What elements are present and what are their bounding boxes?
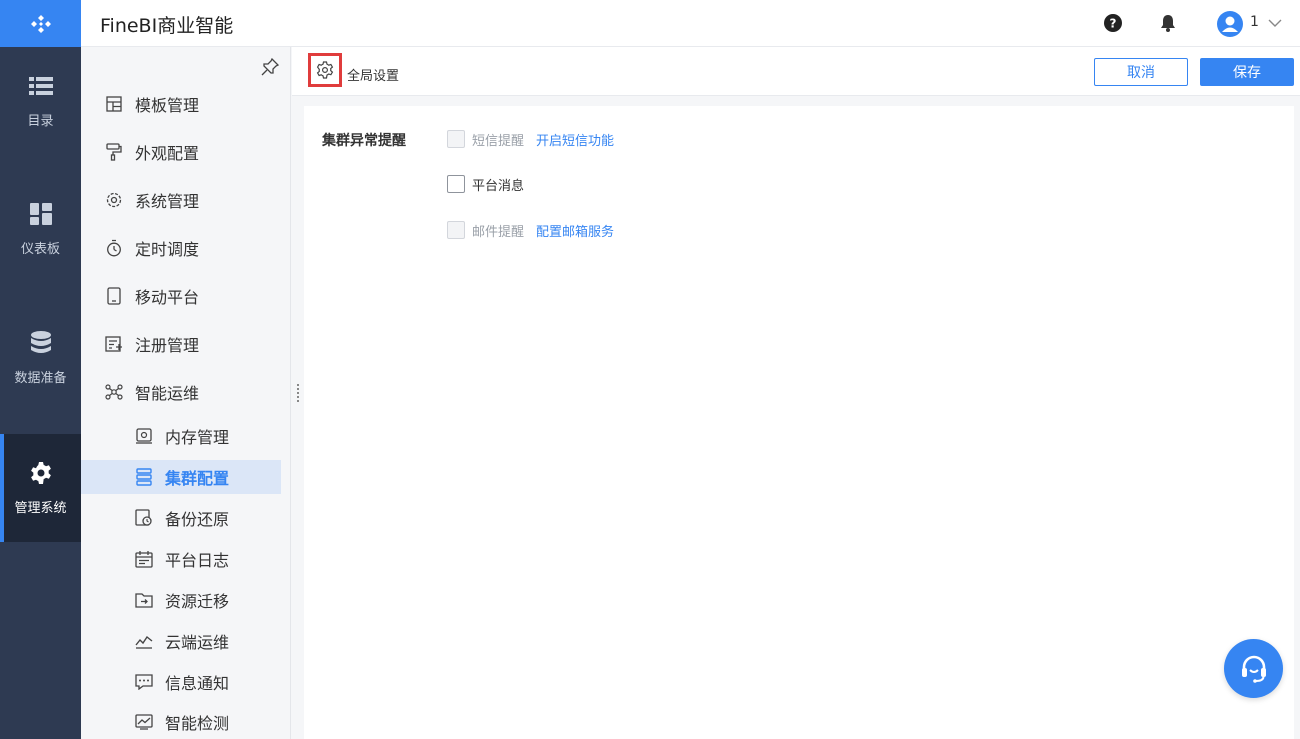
sidebar-item-label: 定时调度 bbox=[135, 240, 200, 259]
sidebar-subitem-detection[interactable]: 智能检测 bbox=[81, 705, 281, 739]
pin-icon[interactable] bbox=[261, 57, 280, 76]
network-icon bbox=[105, 383, 123, 401]
option-label: 邮件提醒 bbox=[472, 224, 525, 240]
rail-item-data-prep[interactable]: 数据准备 bbox=[0, 304, 81, 412]
app-title: FineBI商业智能 bbox=[100, 15, 234, 37]
settings-panel: 集群异常提醒 短信提醒 开启短信功能 平台消息 邮件提醒 配置邮箱服务 bbox=[304, 106, 1294, 739]
option-email: 邮件提醒 配置邮箱服务 bbox=[447, 220, 614, 240]
section-label: 集群异常提醒 bbox=[322, 133, 406, 149]
user-name[interactable]: 1 bbox=[1250, 14, 1259, 30]
svg-text:?: ? bbox=[1110, 17, 1117, 31]
calendar-log-icon bbox=[135, 550, 153, 568]
sidebar-item-label: 外观配置 bbox=[135, 144, 200, 163]
paint-roller-icon bbox=[105, 143, 123, 161]
sidebar-item-appearance[interactable]: 外观配置 bbox=[81, 135, 281, 169]
admin-sidebar: 模板管理 外观配置 系统管理 定时调度 移动平台 注册管理 智能运维 内存管理 … bbox=[81, 47, 291, 739]
rail-item-catalog[interactable]: 目录 bbox=[0, 47, 81, 155]
option-platform-message: 平台消息 bbox=[447, 174, 524, 194]
top-header: FineBI商业智能 ? 1 bbox=[81, 0, 1300, 47]
mobile-icon bbox=[105, 287, 123, 305]
sidebar-item-template[interactable]: 模板管理 bbox=[81, 87, 281, 121]
register-icon bbox=[105, 335, 123, 353]
app-logo[interactable] bbox=[0, 0, 81, 47]
save-button[interactable]: 保存 bbox=[1200, 58, 1294, 86]
avatar[interactable] bbox=[1217, 11, 1243, 37]
option-label: 短信提醒 bbox=[472, 133, 525, 149]
rail-item-label: 数据准备 bbox=[14, 370, 67, 386]
database-icon bbox=[29, 330, 53, 355]
sidebar-subitem-backup[interactable]: 备份还原 bbox=[81, 501, 281, 535]
sidebar-resize-handle[interactable] bbox=[296, 384, 300, 402]
sidebar-subitem-cluster[interactable]: 集群配置 bbox=[81, 460, 281, 494]
sidebar-item-label: 智能运维 bbox=[135, 384, 200, 403]
enable-sms-link[interactable]: 开启短信功能 bbox=[536, 130, 614, 149]
memory-icon bbox=[135, 427, 153, 445]
sidebar-item-label: 移动平台 bbox=[135, 288, 200, 307]
sidebar-item-system[interactable]: 系统管理 bbox=[81, 183, 281, 217]
sidebar-subitem-notification[interactable]: 信息通知 bbox=[81, 665, 281, 699]
email-checkbox[interactable] bbox=[447, 221, 465, 239]
timer-icon bbox=[105, 239, 123, 257]
sidebar-item-label: 云端运维 bbox=[165, 633, 230, 652]
platform-message-checkbox[interactable] bbox=[447, 175, 465, 193]
cancel-button[interactable]: 取消 bbox=[1094, 58, 1188, 86]
gear-icon bbox=[316, 61, 334, 79]
sms-checkbox[interactable] bbox=[447, 130, 465, 148]
sidebar-item-mobile[interactable]: 移动平台 bbox=[81, 279, 281, 313]
sidebar-item-label: 注册管理 bbox=[135, 336, 200, 355]
gear-icon bbox=[105, 191, 123, 209]
sidebar-subitem-memory[interactable]: 内存管理 bbox=[81, 419, 281, 453]
rail-item-label: 管理系统 bbox=[14, 500, 67, 516]
help-icon[interactable]: ? bbox=[1103, 13, 1123, 33]
configure-email-link[interactable]: 配置邮箱服务 bbox=[536, 221, 614, 240]
message-icon bbox=[135, 673, 153, 691]
settings-toolbar: 全局设置 取消 保存 bbox=[292, 47, 1300, 96]
sidebar-item-label: 智能检测 bbox=[165, 714, 230, 733]
sidebar-item-label: 内存管理 bbox=[165, 428, 230, 447]
sidebar-subitem-log[interactable]: 平台日志 bbox=[81, 542, 281, 576]
sidebar-item-label: 资源迁移 bbox=[165, 592, 230, 611]
monitor-icon bbox=[135, 713, 153, 731]
headset-icon bbox=[1241, 655, 1266, 683]
dashboard-grid-icon bbox=[29, 202, 53, 226]
left-rail: 目录 仪表板 数据准备 管理系统 bbox=[0, 0, 81, 739]
sidebar-item-register[interactable]: 注册管理 bbox=[81, 327, 281, 361]
rail-item-dashboard[interactable]: 仪表板 bbox=[0, 175, 81, 283]
sidebar-item-smart-ops[interactable]: 智能运维 bbox=[81, 375, 281, 409]
sidebar-item-label: 模板管理 bbox=[135, 96, 200, 115]
option-label: 平台消息 bbox=[472, 178, 525, 194]
cluster-icon bbox=[135, 468, 153, 486]
sidebar-item-label: 平台日志 bbox=[165, 551, 230, 570]
rail-item-label: 仪表板 bbox=[20, 241, 60, 257]
backup-icon bbox=[135, 509, 153, 527]
global-settings-button[interactable] bbox=[308, 53, 342, 87]
logo-icon bbox=[30, 14, 51, 33]
rail-item-label: 目录 bbox=[27, 113, 54, 129]
sidebar-subitem-migration[interactable]: 资源迁移 bbox=[81, 583, 281, 617]
sidebar-subitem-cloud-ops[interactable]: 云端运维 bbox=[81, 624, 281, 658]
sidebar-item-label: 信息通知 bbox=[165, 674, 230, 693]
chevron-down-icon[interactable] bbox=[1265, 13, 1285, 33]
list-icon bbox=[28, 74, 53, 98]
sidebar-item-label: 备份还原 bbox=[165, 510, 230, 529]
sidebar-item-schedule[interactable]: 定时调度 bbox=[81, 231, 281, 265]
option-sms: 短信提醒 开启短信功能 bbox=[447, 129, 614, 149]
rail-item-admin[interactable]: 管理系统 bbox=[0, 434, 81, 542]
folder-arrow-icon bbox=[135, 591, 153, 609]
sidebar-item-label: 集群配置 bbox=[165, 469, 230, 488]
bell-icon[interactable] bbox=[1158, 13, 1178, 33]
gear-icon bbox=[29, 461, 53, 485]
customer-service-button[interactable] bbox=[1224, 639, 1283, 698]
template-icon bbox=[105, 95, 123, 113]
sidebar-item-label: 系统管理 bbox=[135, 192, 200, 211]
cloud-chart-icon bbox=[135, 632, 153, 650]
toolbar-title: 全局设置 bbox=[347, 69, 400, 84]
